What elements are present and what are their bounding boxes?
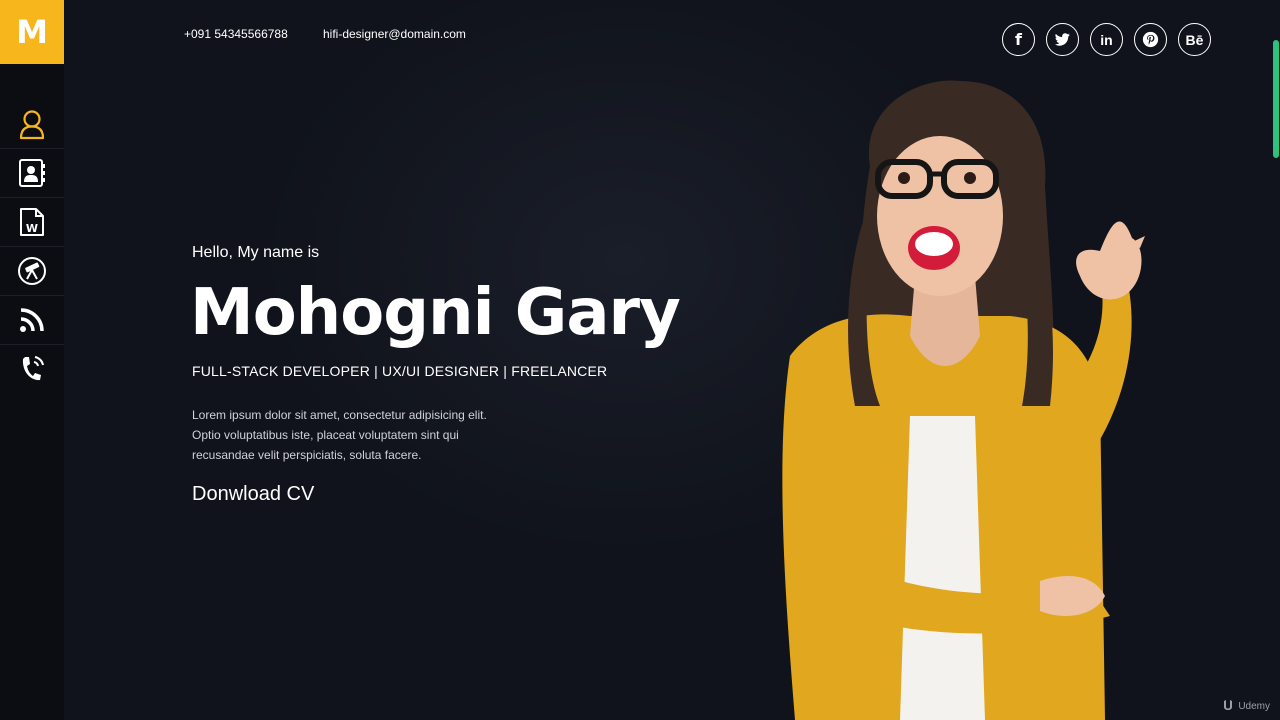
svg-text:W: W [26, 222, 38, 235]
user-icon [19, 110, 45, 140]
phone-icon [22, 356, 44, 381]
sidebar: M W [0, 0, 64, 720]
bio-line: Optio voluptatibus iste, placeat volupta… [192, 428, 459, 442]
sidebar-item-call[interactable] [0, 345, 64, 393]
udemy-watermark: Udemy [1222, 700, 1270, 712]
facebook-link[interactable]: f [1002, 23, 1035, 56]
social-links: f in Bē [1002, 23, 1211, 56]
sidebar-item-blog[interactable] [0, 296, 64, 345]
behance-icon: Bē [1185, 31, 1204, 48]
linkedin-icon: in [1100, 31, 1113, 48]
bio-line: recusandae velit perspiciatis, soluta fa… [192, 448, 422, 462]
rss-icon [20, 308, 44, 332]
sidebar-item-about[interactable] [0, 100, 64, 149]
logo[interactable]: M [0, 0, 64, 64]
sidebar-item-resume[interactable]: W [0, 198, 64, 247]
sidebar-nav: W [0, 100, 64, 393]
role-tagline: FULL-STACK DEVELOPER | UX/UI DESIGNER | … [192, 363, 608, 379]
bio-paragraph: Lorem ipsum dolor sit amet, consectetur … [192, 405, 542, 465]
phone-number[interactable]: +091 54345566788 [184, 27, 288, 41]
twitter-link[interactable] [1046, 23, 1079, 56]
bio-line: Lorem ipsum dolor sit amet, consectetur … [192, 408, 487, 422]
telescope-icon [18, 257, 46, 285]
portrait-photo [782, 80, 1145, 720]
email-address[interactable]: hifi-designer@domain.com [323, 27, 466, 41]
scrollbar-thumb[interactable] [1273, 40, 1279, 158]
sidebar-item-portfolio[interactable] [0, 247, 64, 296]
twitter-icon [1054, 32, 1070, 46]
hero-name: Mohogni Gary [190, 276, 681, 350]
facebook-icon: f [1015, 30, 1022, 49]
pinterest-link[interactable] [1134, 23, 1167, 56]
behance-link[interactable]: Bē [1178, 23, 1211, 56]
download-cv-button[interactable]: Donwload CV [192, 483, 314, 506]
greeting-text: Hello, My name is [192, 244, 320, 261]
page-scrollbar[interactable] [1272, 0, 1280, 720]
watermark-text: Udemy [1238, 700, 1270, 712]
word-document-icon: W [20, 208, 44, 236]
pinterest-icon [1142, 31, 1159, 48]
udemy-logo-icon [1224, 700, 1233, 710]
linkedin-link[interactable]: in [1090, 23, 1123, 56]
contact-card-icon [19, 159, 45, 187]
sidebar-item-contact-card[interactable] [0, 149, 64, 198]
